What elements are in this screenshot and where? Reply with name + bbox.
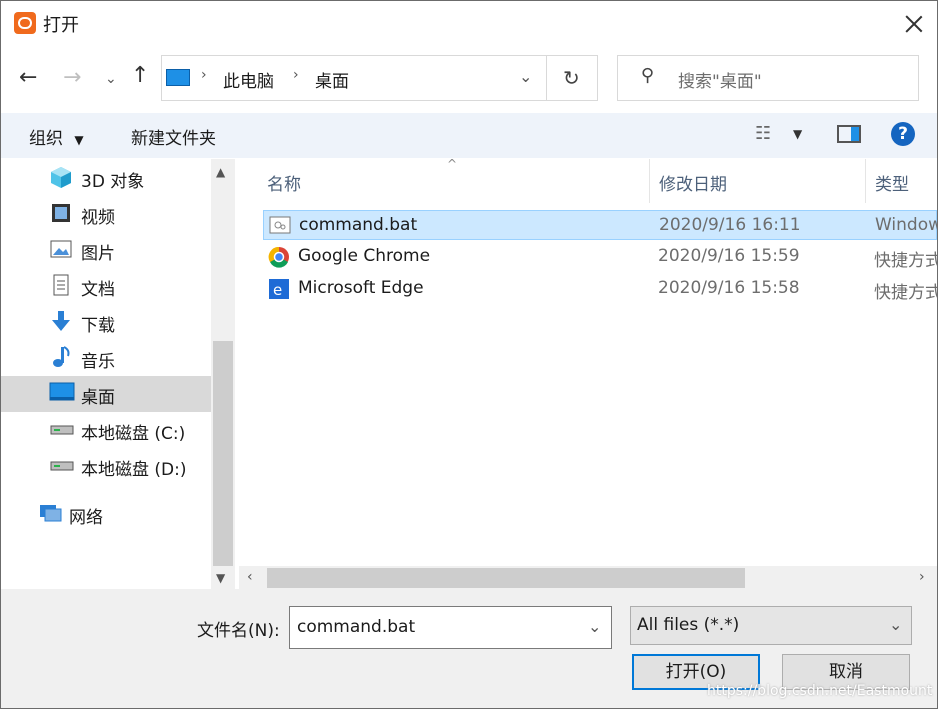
up-arrow-icon[interactable]: ↑ [131,63,149,88]
sidebar-item-label: 图片 [81,244,115,264]
sidebar-item[interactable]: 下载 [1,304,211,340]
sidebar-item-label: 本地磁盘 (C:) [81,424,186,444]
file-name: Google Chrome [298,246,431,266]
cube-icon [49,165,73,194]
batch-file-icon [269,215,291,240]
search-placeholder: 搜索"桌面" [678,72,762,92]
scroll-down-icon[interactable]: ▼ [216,571,225,585]
file-modified-date: 2020/9/16 15:59 [658,246,800,266]
view-options-icon[interactable]: ☷ [755,123,771,144]
filename-input[interactable]: command.bat [297,617,415,637]
breadcrumb-desktop[interactable]: 桌面 [315,67,349,92]
search-icon: ⚲ [641,65,655,86]
new-folder-button[interactable]: 新建文件夹 [131,124,216,149]
column-header-type[interactable]: 类型 [875,170,909,195]
sidebar-item[interactable]: 视频 [1,196,211,232]
sidebar-item-label: 视频 [81,208,115,228]
nav-scroll-thumb[interactable] [213,341,233,566]
video-icon [49,201,73,230]
sidebar-item-label: 本地磁盘 (D:) [81,460,187,480]
preview-pane-fill [851,127,859,141]
help-icon[interactable]: ? [891,122,915,146]
sidebar-item-label: 网络 [69,508,103,528]
edge-icon: e [268,278,290,305]
file-type-filter-value: All files (*.*) [637,615,740,635]
sidebar-item[interactable]: 音乐 [1,340,211,376]
chevron-down-icon: ⌄ [889,615,903,634]
preview-pane-icon[interactable] [837,125,861,143]
app-logo-icon [14,12,36,34]
this-pc-icon [166,69,190,86]
caret-down-icon: ▼ [74,133,84,147]
window-title: 打开 [43,15,79,36]
recent-locations-chevron-icon[interactable]: ⌄ [105,71,117,87]
breadcrumb-separator-icon: › [293,67,299,83]
breadcrumb-separator-icon: › [201,67,207,83]
svg-text:e: e [273,281,282,299]
file-type: 快捷方式 [874,251,938,271]
open-file-dialog: 打开 ← → ⌄ ↑ › 此电脑 › 桌面 ⌄ ↻ ⚲ 搜索"桌面" 组织 ▼ … [0,0,938,709]
close-button[interactable] [889,1,937,45]
breadcrumb-this-pc[interactable]: 此电脑 [223,67,274,92]
organize-button[interactable]: 组织 ▼ [29,124,84,149]
refresh-button[interactable]: ↻ [547,55,598,101]
organize-label: 组织 [29,129,63,149]
sidebar-item[interactable]: 本地磁盘 (D:) [1,448,211,484]
file-modified-date: 2020/9/16 15:58 [658,278,800,298]
file-type: 快捷方式 [874,283,938,303]
column-divider[interactable] [865,159,866,203]
chevron-down-icon: ⌄ [519,67,533,86]
chrome-icon [268,246,290,273]
scroll-left-icon[interactable]: ‹ [247,569,253,585]
file-list-header [259,159,937,203]
sidebar-item-label: 下载 [81,316,115,336]
filename-combobox[interactable]: command.bat ⌄ [289,606,612,649]
chevron-down-icon[interactable]: ⌄ [588,617,601,636]
watermark-text: https://blog.csdn.net/Eastmount [707,683,933,699]
sidebar-item-label: 音乐 [81,352,115,372]
back-arrow-icon[interactable]: ← [19,65,37,90]
file-row[interactable]: command.bat 2020/9/16 16:11 Window [263,210,937,240]
file-row[interactable]: e Microsoft Edge 2020/9/16 15:58 快捷方式 [263,274,937,304]
sidebar-item[interactable]: 本地磁盘 (C:) [1,412,211,448]
file-scroll-thumb[interactable] [267,568,745,588]
title-bar [1,1,937,45]
column-header-date[interactable]: 修改日期 [659,170,727,195]
sidebar-item[interactable]: 文档 [1,268,211,304]
desktop-icon [49,381,75,408]
sidebar-item-label: 桌面 [81,388,115,408]
filename-label: 文件名(N): [197,621,280,641]
address-bar[interactable] [161,55,547,101]
refresh-icon: ↻ [563,66,580,90]
sidebar-item[interactable]: 3D 对象 [1,160,211,196]
sidebar-item-label: 3D 对象 [81,172,145,192]
document-icon [49,273,73,302]
file-modified-date: 2020/9/16 16:11 [659,215,801,235]
view-dropdown-caret-icon[interactable]: ▼ [793,127,802,141]
scroll-right-icon[interactable]: › [919,569,925,585]
network-icon [37,501,63,530]
sidebar-item[interactable]: 网络 [1,496,211,532]
scroll-up-icon[interactable]: ▲ [216,165,225,179]
file-name: Microsoft Edge [298,278,424,298]
forward-arrow-icon[interactable]: → [63,65,81,90]
file-name: command.bat [299,215,418,235]
drive-icon [49,417,75,444]
file-row[interactable]: Google Chrome 2020/9/16 15:59 快捷方式 [263,242,937,272]
sidebar-item-label: 文档 [81,280,115,300]
sidebar-item[interactable]: 桌面 [1,376,211,412]
address-dropdown-button[interactable]: ⌄ [509,57,545,99]
column-divider[interactable] [649,159,650,203]
drive-icon [49,453,75,480]
column-header-name[interactable]: 名称 [267,170,301,195]
sidebar-item[interactable]: 图片 [1,232,211,268]
picture-icon [49,237,73,266]
search-box[interactable] [617,55,919,101]
sort-ascending-icon: ^ [447,157,458,171]
music-icon [49,345,73,374]
download-icon [49,309,73,338]
file-type: Window [875,215,938,235]
file-type-filter[interactable]: All files (*.*) ⌄ [630,606,912,645]
